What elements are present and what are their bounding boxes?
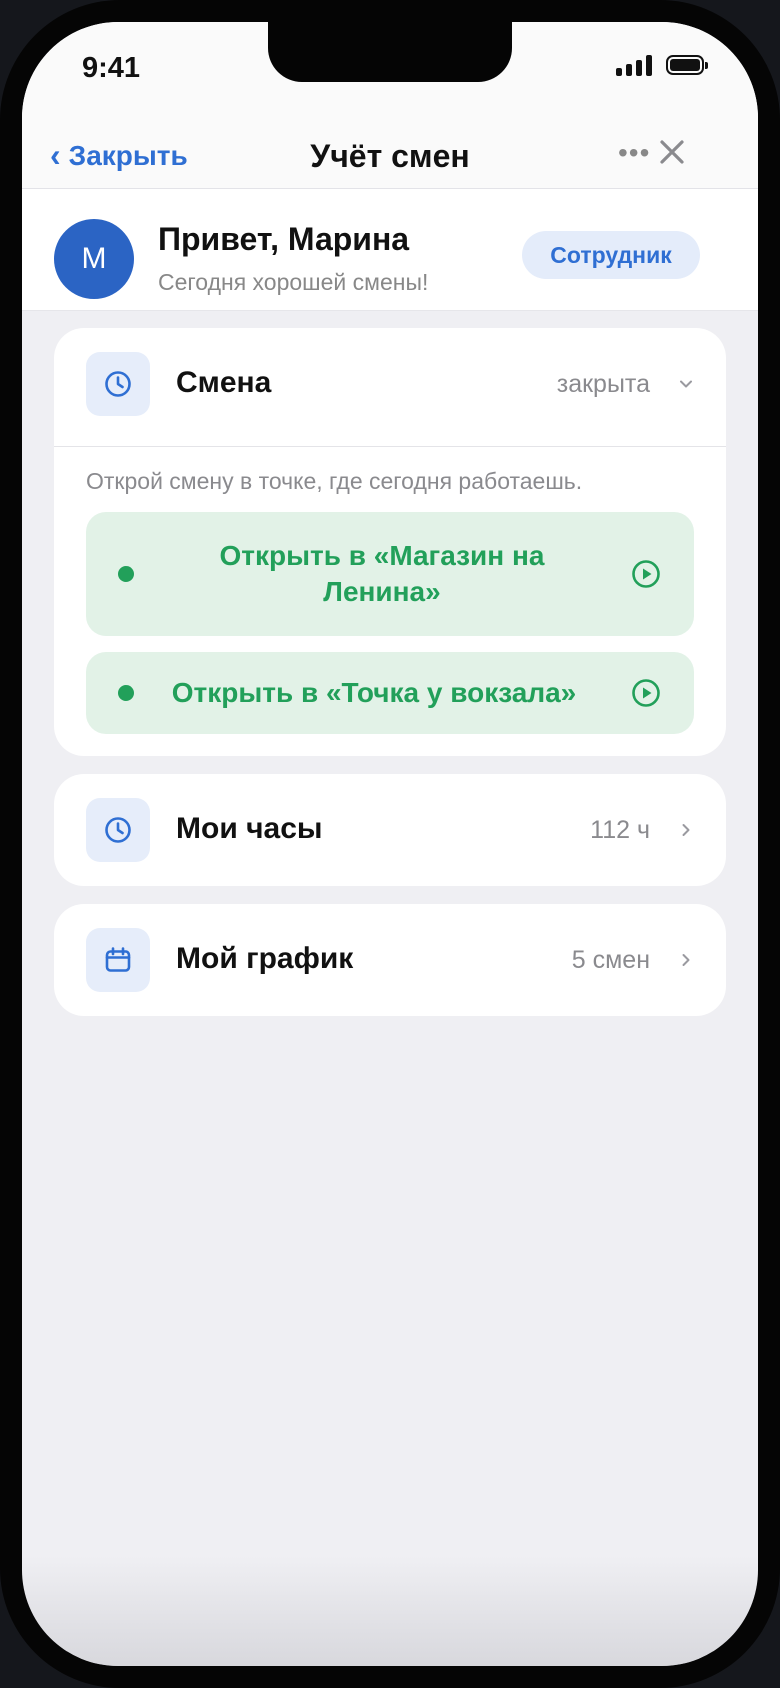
open-shift-button-label: Открыть в «Точка у вокзала» (171, 677, 577, 708)
shift-status: закрыта (556, 370, 650, 398)
bottom-shade (22, 1556, 758, 1666)
profile-header: M Привет, Марина Сегодня хорошей смены! … (22, 189, 758, 311)
greeting-subtitle: Сегодня хорошей смены! (158, 269, 429, 295)
role-badge: Сотрудник (522, 231, 700, 279)
device-notch (268, 22, 512, 82)
label-line-1: Открыть в «Магазин на (219, 540, 545, 571)
chevron-right-icon (682, 954, 690, 966)
battery-icon (666, 55, 708, 75)
shift-title: Смена (176, 366, 272, 399)
open-shift-button-label: Открыть в «Магазин на Ленина» (150, 538, 614, 610)
status-time: 9:41 (82, 52, 141, 84)
chevron-right-icon (682, 824, 690, 836)
status-icons (616, 54, 708, 76)
schedule-icon-box (86, 928, 150, 992)
schedule-value: 5 смен (571, 946, 650, 974)
play-circle-icon (632, 679, 660, 707)
avatar: M (54, 219, 134, 299)
schedule-title: Мой график (176, 942, 354, 975)
signal-icon (616, 54, 652, 76)
close-icon[interactable] (652, 132, 692, 172)
divider (54, 446, 726, 447)
calendar-icon (105, 947, 131, 972)
clock-icon (105, 817, 131, 843)
hours-title: Мои часы (176, 812, 323, 845)
chevron-down-icon[interactable] (678, 376, 694, 392)
clock-icon (105, 371, 131, 397)
my-schedule-row[interactable]: Мой график 5 смен (54, 904, 726, 1016)
hours-value: 112 ч (590, 816, 650, 844)
status-dot (118, 566, 134, 582)
status-dot (118, 685, 134, 701)
phone-frame: 9:41 ‹ Закрыть Учёт смен ••• M Привет, М… (0, 0, 780, 1688)
shift-icon-box (86, 352, 150, 416)
more-button[interactable]: ••• (618, 137, 650, 169)
app-screen: 9:41 ‹ Закрыть Учёт смен ••• M Привет, М… (22, 22, 758, 1666)
my-hours-row[interactable]: Мои часы 112 ч (54, 774, 726, 886)
hours-icon-box (86, 798, 150, 862)
shift-hint: Открой смену в точке, где сегодня работа… (86, 468, 583, 494)
shift-card: Смена закрыта Открой смену в точке, где … (54, 328, 726, 756)
open-shift-button-lenina[interactable]: Открыть в «Магазин на Ленина» (86, 512, 694, 636)
greeting-text: Привет, Марина (158, 221, 410, 257)
play-circle-icon (632, 560, 660, 588)
open-shift-button-vokzal[interactable]: Открыть в «Точка у вокзала» (86, 652, 694, 734)
label-line-2: Ленина» (323, 576, 441, 607)
